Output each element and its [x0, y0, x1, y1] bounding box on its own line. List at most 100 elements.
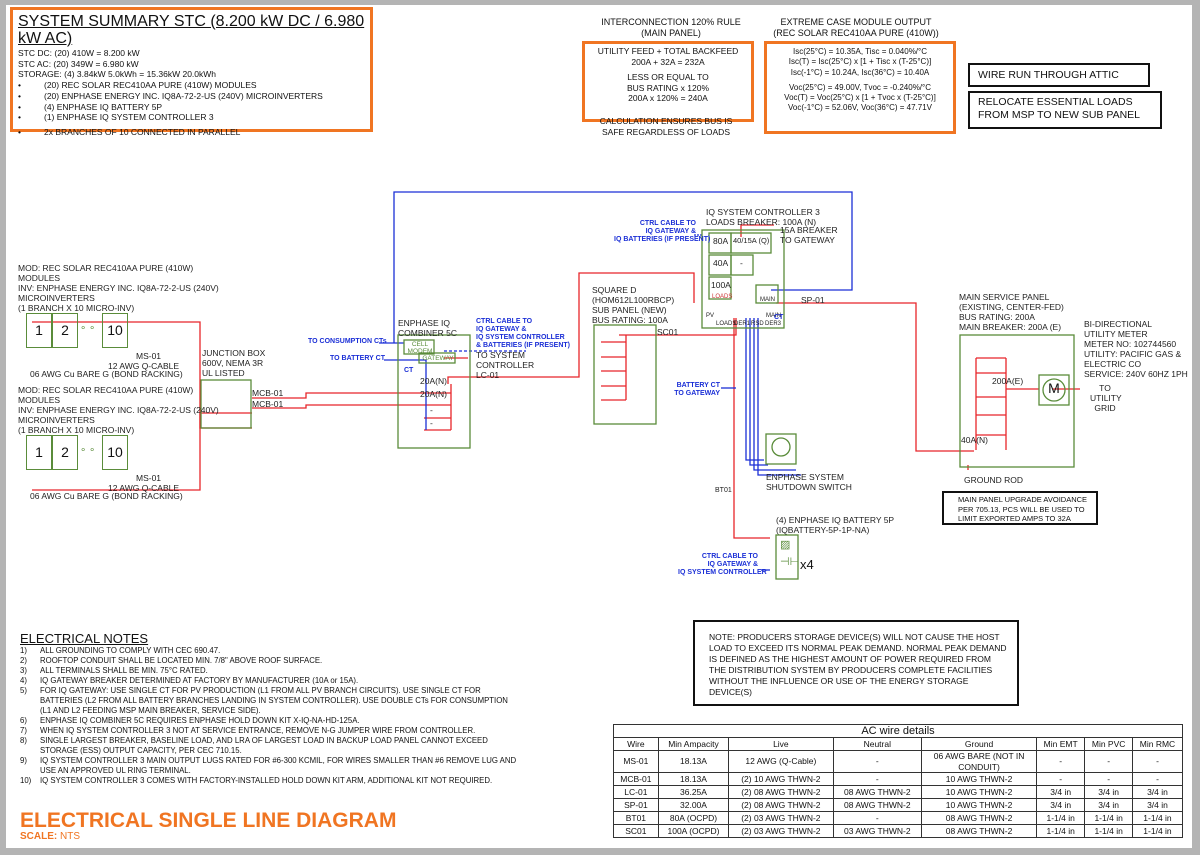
table-cell: 80A (OCPD): [657, 811, 730, 825]
column-header: Wire: [613, 737, 659, 751]
table-cell: 08 AWG THWN-2: [832, 798, 923, 812]
table-cell: (2) 10 AWG THWN-2: [728, 772, 834, 786]
msp-label: MAIN SERVICE PANEL (EXISTING, CENTER-FED)…: [959, 292, 1064, 332]
table-row: BT01 80A (OCPD) (2) 03 AWG THWN-2-08 AWG T…: [613, 811, 1184, 825]
table-cell: (2) 03 AWG THWN-2: [728, 811, 834, 825]
table-cell: 1-1/4 in: [1084, 811, 1133, 825]
table-cell: -: [1036, 772, 1086, 786]
breaker-loads: 100A: [711, 280, 731, 290]
bt01-wire: [733, 318, 770, 539]
table-cell: (2) 03 AWG THWN-2: [728, 824, 834, 838]
table-cell: 10 AWG THWN-2: [921, 772, 1038, 786]
gateway-label: GATEWAY: [422, 355, 454, 362]
notes-title: ELECTRICAL NOTES: [20, 631, 149, 646]
table-cell: 100A (OCPD): [657, 824, 730, 838]
table-cell: 3/4 in: [1036, 798, 1086, 812]
module-2: 2: [52, 435, 78, 470]
table-cell: 12 AWG (Q-Cable): [728, 750, 834, 773]
note-item: (L1 AND L2 FEEDING MSP MAIN BREAKER, SER…: [40, 706, 261, 715]
wire-details-table: AC wire details Wire Min Ampacity Live Neut…: [613, 724, 1184, 838]
note-item: 3) ALL TERMINALS SHALL BE MIN. 75°C RATED…: [20, 666, 208, 675]
drawing-title: ELECTRICAL SINGLE LINE DIAGRAM: [20, 809, 397, 832]
table-row: MS-01 18.13A 12 AWG (Q-Cable) -06 AWG BARE …: [613, 750, 1184, 773]
table-cell: 10 AWG THWN-2: [921, 798, 1038, 812]
array-1-ground-label: 06 AWG Cu BARE G (BOND RACKING): [30, 369, 183, 379]
sp-01-wire: [776, 302, 974, 452]
table-cell: 10 AWG THWN-2: [921, 785, 1038, 799]
note-item: 1) ALL GROUNDING TO COMPLY WITH CEC 690.4…: [20, 646, 221, 655]
column-header: Min Ampacity: [657, 737, 730, 751]
mcb-01-label: MCB-01: [252, 388, 284, 398]
utility-grid-label: TO UTILITY GRID: [1090, 383, 1122, 413]
table-cell: 1-1/4 in: [1036, 824, 1086, 838]
storage-note: NOTE: PRODUCERS STORAGE DEVICE(S) WILL N…: [693, 620, 1019, 706]
table-cell: -: [832, 772, 923, 786]
sp-01-label: SP-01: [801, 295, 825, 305]
array-2-description: MOD: REC SOLAR REC410AA PURE (410W) MODUL…: [18, 385, 219, 435]
table-cell: 08 AWG THWN-2: [921, 824, 1038, 838]
breaker-gateway: 40/15A (Q): [733, 236, 770, 245]
table-cell: -: [1131, 750, 1184, 773]
msp-backfeed-breaker: 40A(N): [961, 435, 988, 445]
table-cell: 1-1/4 in: [1036, 811, 1086, 825]
battery-icon: ▨: [780, 539, 791, 551]
junction-box-label: JUNCTION BOX 600V, NEMA 3R UL LISTED: [202, 348, 266, 378]
ct-label: CT: [404, 367, 414, 374]
note-item: 2) ROOFTOP CONDUIT SHALL BE LOCATED MIN. …: [20, 656, 323, 665]
array-1-wire-label: MS-01: [136, 351, 162, 361]
note-item: 8) SINGLE LARGEST BREAKER, BASELINE LOAD,…: [20, 736, 488, 745]
table-cell: 3/4 in: [1084, 785, 1133, 799]
array-1-description: MOD: REC SOLAR REC410AA PURE (410W) MODUL…: [18, 263, 219, 313]
table-cell: 18.13A: [657, 772, 730, 786]
to-consumption-cts-label: TO CONSUMPTION CTs: [308, 338, 387, 345]
table-cell: 3/4 in: [1131, 785, 1184, 799]
msp-main-breaker: 200A(E): [992, 376, 1024, 386]
table-row: SP-01 32.00A (2) 08 AWG THWN-2 08 AWG THWN-…: [613, 798, 1184, 812]
breaker-der1: 80A: [713, 236, 729, 246]
gateway-breaker-note: 15A BREAKER TO GATEWAY: [780, 225, 838, 245]
note-item: STORAGE (ESS) OUTPUT CAPACITY, PER CEC 7…: [40, 746, 242, 755]
note-item: BATTERIES (L2 FROM ALL BATTERY BRANCHES …: [40, 696, 508, 705]
mcb-01-label: MCB-01: [252, 399, 284, 409]
column-header: Min RMC: [1131, 737, 1184, 751]
table-cell: (2) 08 AWG THWN-2: [728, 798, 834, 812]
module-10: 10: [102, 435, 128, 470]
ellipsis-icon: ∘ ∘: [80, 445, 96, 456]
note-item: 5) FOR IQ GATEWAY: USE SINGLE CT FOR PV P…: [20, 686, 481, 695]
battery-label: (4) ENPHASE IQ BATTERY 5P (IQBATTERY-5P-1…: [776, 515, 895, 535]
table-cell: 1-1/4 in: [1084, 824, 1133, 838]
cell-modem-label: CELL MODEM: [407, 341, 433, 355]
array-2-wire-label: MS-01: [136, 473, 162, 483]
to-system-controller-label: TO SYSTEM CONTROLLER LC-01: [476, 350, 535, 380]
module-2: 2: [52, 313, 78, 348]
table-cell: MCB-01: [613, 772, 659, 786]
utility-meter-info: BI-DIRECTIONAL UTILITY METER METER NO: 102…: [1084, 319, 1188, 379]
battery-count: x4: [800, 557, 814, 572]
battery-ctrl-cable-label: CTRL CABLE TO IQ GATEWAY & IQ SYSTEM CONTR…: [678, 553, 767, 576]
table-cell: -: [1036, 750, 1086, 773]
note-item: 6) ENPHASE IQ COMBINER 5C REQUIRES ENPHAS…: [20, 716, 360, 725]
table-cell: 32.00A: [657, 798, 730, 812]
subpanel-box: [593, 324, 657, 425]
array-2-ground-label: 06 AWG Cu BARE G (BOND RACKING): [30, 491, 183, 501]
combiner-breaker-4: -: [430, 418, 433, 428]
note-item: USE AN APPROVED UL RING TERMINAL.: [40, 766, 191, 775]
controller-ctrl-cable-label: CTRL CABLE TO IQ GATEWAY & IQ BATTERIES (I…: [614, 220, 711, 243]
table-row: MCB-01 18.13A (2) 10 AWG THWN-2-10 AWG THW…: [613, 772, 1184, 786]
combiner-ctrl-cable-label: CTRL CABLE TO IQ GATEWAY & IQ SYSTEM CONTR…: [476, 318, 570, 349]
breaker-main-label: MAIN: [760, 297, 775, 303]
note-item: 10) IQ SYSTEM CONTROLLER 3 COMES WITH FAC…: [20, 776, 493, 785]
table-cell: SP-01: [613, 798, 659, 812]
terminal-pv: PV: [706, 313, 715, 319]
table-cell: 18.13A: [657, 750, 730, 773]
column-header: Ground: [921, 737, 1038, 751]
table-cell: 06 AWG BARE (NOT IN CONDUIT): [921, 750, 1038, 773]
table-cell: 36.25A: [657, 785, 730, 799]
column-header: Live: [728, 737, 834, 751]
table-cell: 08 AWG THWN-2: [832, 785, 923, 799]
notes-list: 1) ALL GROUNDING TO COMPLY WITH CEC 690.4…: [20, 646, 516, 786]
controller-ct-label: CT: [774, 314, 784, 321]
bt01-label: BT01: [715, 487, 732, 494]
battery-ct-label: BATTERY CT TO GATEWAY: [674, 382, 720, 397]
ellipsis-icon: ∘ ∘: [80, 323, 96, 334]
